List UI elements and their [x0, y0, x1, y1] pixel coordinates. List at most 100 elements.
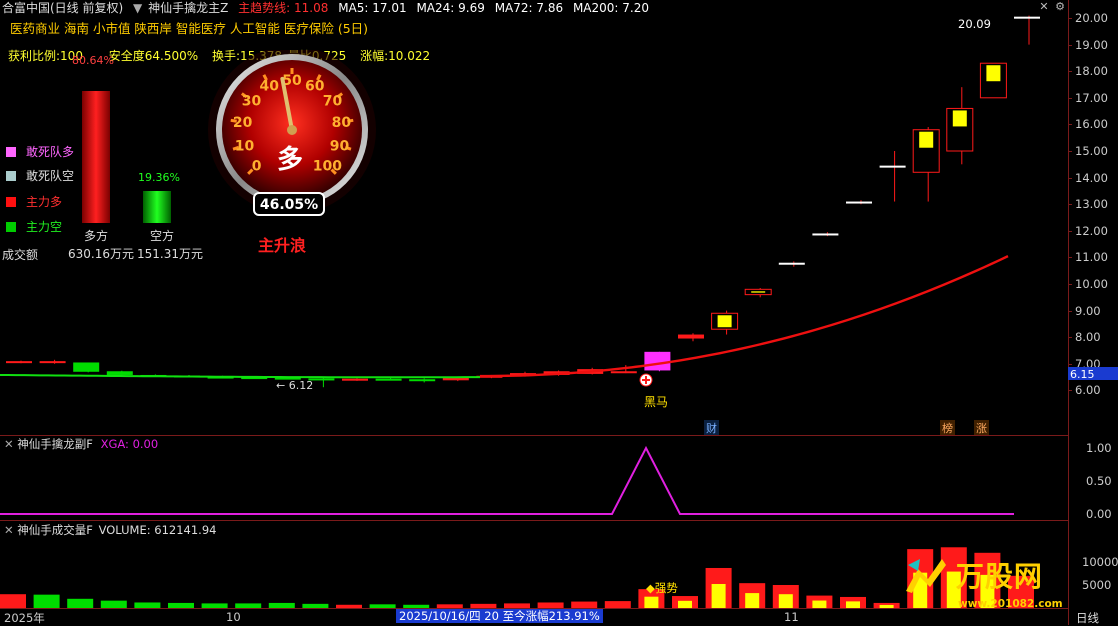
price-tick-label: 8.00 [1075, 330, 1101, 345]
price-tick-mark [1068, 97, 1072, 99]
volume-bar [504, 603, 530, 608]
volume-bar-highlight [745, 593, 760, 608]
candle-body [73, 362, 100, 372]
candle-body [879, 165, 906, 168]
low-price-label: ← 6.12 [276, 379, 314, 392]
marker-rank[interactable]: 榜 [940, 420, 955, 436]
volume-bar [470, 603, 497, 608]
candle-body [812, 233, 839, 236]
price-tick-label: 18.00 [1075, 64, 1108, 79]
price-tick-mark [1068, 204, 1072, 206]
watermark-icon [902, 555, 952, 595]
current-price-tag: 6.15 [1068, 367, 1118, 381]
candle-highlight [919, 131, 934, 148]
volume-bar [537, 602, 564, 608]
price-tick-label: 6.00 [1075, 383, 1101, 398]
volume-bar [0, 594, 26, 608]
volume-bar [302, 603, 329, 608]
price-tick-label: 10.00 [1075, 277, 1108, 291]
volume-bar-highlight [812, 600, 827, 608]
sub1-tick-label: 1.00 [1086, 441, 1112, 455]
price-tick-label: 14.00 [1075, 170, 1108, 185]
volume-bar [134, 602, 161, 608]
signal-label: 黑马 [644, 395, 669, 409]
price-tick-mark [1068, 18, 1072, 19]
volume-bar [571, 601, 598, 608]
price-tick-label: 11.00 [1075, 250, 1108, 265]
volume-bar [604, 601, 631, 608]
price-tick-mark [1068, 44, 1072, 46]
price-tick-mark [1068, 124, 1072, 126]
price-tick-label: 19.00 [1075, 37, 1108, 52]
candle-highlight [717, 315, 732, 328]
volume-bar [67, 598, 94, 608]
price-tick-label: 9.00 [1075, 303, 1101, 318]
volume-bar [336, 604, 362, 608]
sub1-tick-label: 0.50 [1086, 474, 1112, 488]
volume-bar [403, 604, 430, 608]
candle-body [778, 262, 805, 265]
price-tick-label: 15.00 [1075, 144, 1108, 158]
candle-highlight [952, 110, 967, 127]
candle-body [106, 371, 133, 375]
volume-bar-highlight [711, 583, 726, 608]
price-tick-mark [1068, 230, 1072, 232]
candle-body [375, 378, 402, 381]
watermark-text: 万股网 [955, 560, 1043, 593]
x-month-10: 10 [226, 610, 241, 624]
marker-limit-up[interactable]: 涨 [974, 420, 989, 436]
candle-body [342, 378, 368, 381]
volume-bar-highlight [879, 604, 894, 608]
price-tick-mark [1068, 71, 1072, 73]
price-tick-label: 20.00 [1075, 11, 1108, 25]
price-tick-mark [1068, 177, 1072, 179]
candle-body [6, 361, 32, 364]
volume-bar [201, 603, 228, 608]
price-tick-label: 17.00 [1075, 90, 1108, 105]
candle-body [1014, 16, 1040, 19]
price-tick-mark [1068, 337, 1072, 339]
candle-highlight [751, 291, 766, 293]
price-tick-mark [1068, 151, 1072, 152]
sub2-tick-label: 5000 [1082, 578, 1112, 592]
volume-bar [369, 604, 396, 608]
x-year-label: 2025年 [4, 611, 45, 625]
volume-bar [268, 602, 295, 608]
trend-line-red [479, 255, 1009, 378]
volume-bar-highlight [846, 601, 860, 608]
sub1-indicator-chart[interactable]: 1.000.500.00 [0, 436, 1068, 520]
volume-bar [33, 594, 60, 608]
price-axis [1068, 0, 1069, 625]
price-tick-mark [1068, 310, 1072, 312]
sub2-tick-label: 10000 [1082, 555, 1118, 569]
candle-body [610, 371, 637, 374]
candle-body [846, 201, 872, 204]
price-tick-mark [1068, 284, 1072, 285]
high-price-label: 20.09 [958, 17, 991, 31]
volume-bar [436, 604, 463, 608]
price-tick-label: 13.00 [1075, 197, 1108, 212]
candle-body [678, 334, 704, 339]
watermark-logo: 万股网 [902, 555, 1043, 595]
trend-line-green [0, 373, 481, 379]
period-label[interactable]: 日线 [1076, 610, 1099, 626]
price-tick-label: 16.00 [1075, 117, 1108, 132]
volume-signal-label: ◆强势 [646, 581, 678, 595]
price-tick-mark [1068, 257, 1072, 259]
watermark-url: www.201082.com [958, 598, 1063, 610]
candle-body [644, 351, 671, 371]
current-price: 6.15 [1070, 368, 1095, 381]
x-month-11: 11 [784, 610, 799, 624]
price-tick-mark [1068, 363, 1072, 365]
candle-body [39, 361, 66, 364]
xga-line [0, 445, 1014, 515]
candle-highlight [986, 65, 1001, 82]
volume-bar-highlight [778, 594, 793, 608]
candle-body [409, 379, 436, 382]
main-price-chart[interactable] [0, 0, 1068, 435]
volume-bar [168, 602, 194, 608]
volume-bar [235, 603, 262, 608]
price-tick-label: 12.00 [1075, 223, 1108, 238]
range-info: 2025/10/16/四 20 至今涨幅213.91% [396, 609, 603, 623]
marker-financial[interactable]: 财 [704, 420, 719, 436]
